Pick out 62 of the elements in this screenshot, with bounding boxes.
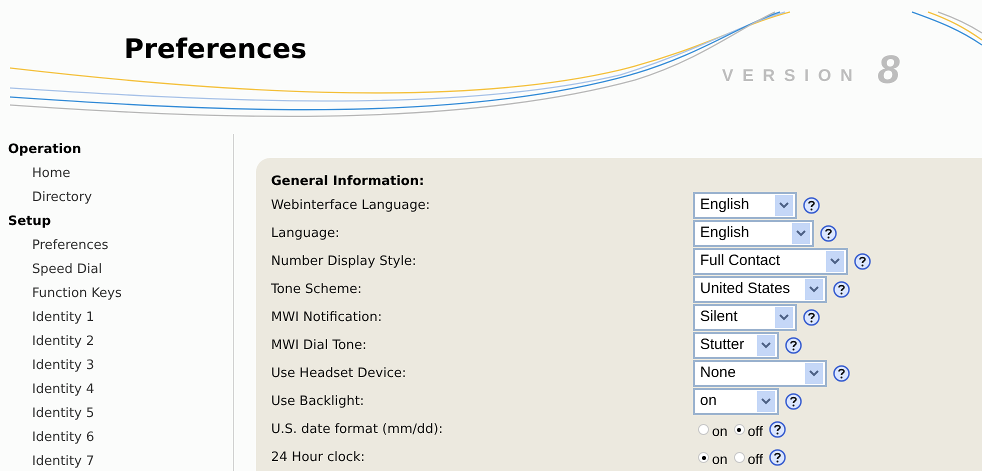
chevron-down-icon: [775, 195, 793, 216]
help-icon[interactable]: [820, 225, 837, 242]
help-icon[interactable]: [854, 253, 871, 270]
radio-label: on: [712, 450, 728, 469]
chevron-down-icon: [805, 279, 823, 300]
help-icon[interactable]: [833, 365, 850, 382]
dropdown-select[interactable]: Stutter: [693, 332, 779, 359]
chevron-down-icon: [757, 391, 775, 412]
sidebar-link[interactable]: Identity 1: [8, 306, 233, 330]
sidebar-heading: Operation: [8, 141, 82, 159]
dropdown-select[interactable]: Full Contact: [693, 248, 848, 275]
dropdown-select[interactable]: English: [693, 192, 797, 219]
dropdown-select[interactable]: Silent: [693, 304, 797, 331]
sidebar-link[interactable]: Preferences: [8, 234, 233, 258]
chevron-down-icon: [792, 223, 810, 244]
chevron-down-icon: [775, 307, 793, 328]
sidebar-link[interactable]: Home: [8, 162, 233, 186]
setting-label: Webinterface Language:: [271, 196, 431, 215]
help-icon[interactable]: [803, 309, 820, 326]
sidebar-link[interactable]: Directory: [8, 186, 233, 210]
sidebar-link[interactable]: Identity 6: [8, 426, 233, 450]
help-icon[interactable]: [785, 393, 802, 410]
dropdown-select[interactable]: United States: [693, 276, 827, 303]
help-icon[interactable]: [768, 421, 786, 438]
setting-label: Use Headset Device:: [271, 364, 408, 383]
radio-label: off: [748, 450, 763, 469]
dropdown-select[interactable]: English: [693, 220, 814, 247]
sidebar-link[interactable]: Speed Dial: [8, 258, 233, 282]
sidebar-link[interactable]: Identity 4: [8, 378, 233, 402]
radio-button[interactable]: [734, 424, 745, 435]
dropdown-select[interactable]: None: [693, 360, 827, 387]
chevron-down-icon: [826, 251, 844, 272]
dropdown-select[interactable]: on: [693, 388, 779, 415]
radio-button[interactable]: [698, 424, 709, 435]
radio-label: off: [748, 422, 763, 441]
radio-label: on: [712, 422, 728, 441]
setting-label: Language:: [271, 224, 341, 243]
sidebar-heading: Setup: [8, 213, 52, 231]
sidebar-link[interactable]: Identity 5: [8, 402, 233, 426]
chevron-down-icon: [757, 335, 775, 356]
radio-button[interactable]: [734, 452, 745, 463]
radio-button[interactable]: [698, 452, 709, 463]
version-label: VERSION: [722, 64, 862, 86]
setting-label: 24 Hour clock:: [271, 448, 366, 467]
section-title: General Information:: [271, 173, 426, 191]
help-icon[interactable]: [803, 197, 820, 214]
version-number: 8: [878, 50, 900, 90]
setting-label: MWI Dial Tone:: [271, 336, 368, 355]
setting-label: Number Display Style:: [271, 252, 418, 271]
help-icon[interactable]: [768, 449, 786, 466]
sidebar-link[interactable]: Identity 7: [8, 450, 233, 471]
sidebar-link[interactable]: Function Keys: [8, 282, 233, 306]
setting-label: MWI Notification:: [271, 308, 384, 327]
setting-label: Tone Scheme:: [271, 280, 363, 299]
page-title: Preferences: [124, 33, 307, 67]
setting-label: Use Backlight:: [271, 392, 366, 411]
sidebar-link[interactable]: Identity 2: [8, 330, 233, 354]
sidebar-link[interactable]: Identity 3: [8, 354, 233, 378]
help-icon[interactable]: [833, 281, 850, 298]
help-icon[interactable]: [785, 337, 802, 354]
setting-label: U.S. date format (mm/dd):: [271, 420, 444, 439]
chevron-down-icon: [805, 363, 823, 384]
